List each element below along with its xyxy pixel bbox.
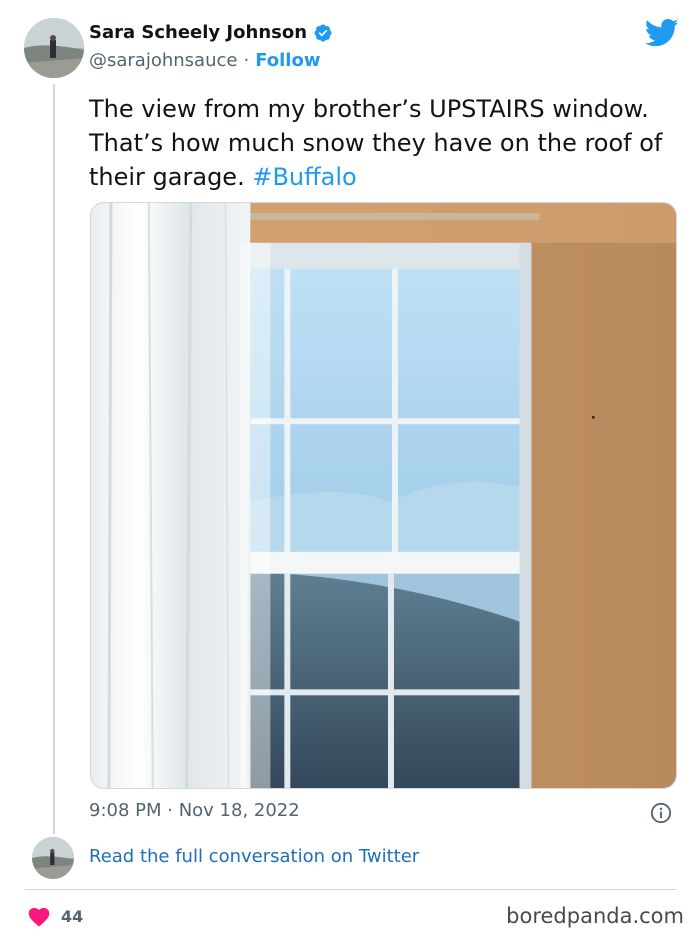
hashtag-link[interactable]: #Buffalo	[252, 163, 356, 191]
divider	[25, 889, 677, 890]
tweet-timestamp[interactable]: 9:08 PM · Nov 18, 2022	[89, 800, 300, 821]
avatar[interactable]	[24, 18, 84, 78]
like-count: 44	[61, 906, 84, 926]
user-handle[interactable]: @sarajohnsauce	[89, 50, 237, 71]
tweet-body: The view from my brother’s UPSTAIRS wind…	[89, 95, 663, 191]
heart-icon	[27, 905, 51, 927]
thread-line	[53, 84, 55, 834]
read-conversation-link[interactable]: Read the full conversation on Twitter	[89, 846, 419, 867]
window-photo	[91, 203, 676, 788]
info-icon[interactable]	[650, 802, 672, 824]
verified-badge-icon	[313, 23, 333, 43]
avatar-photo	[32, 837, 74, 879]
display-name[interactable]: Sara Scheely Johnson	[89, 22, 307, 43]
tweet-text: The view from my brother’s UPSTAIRS wind…	[89, 92, 679, 194]
handle-separator: ·	[243, 50, 250, 71]
follow-button[interactable]: Follow	[255, 50, 320, 71]
avatar-photo	[24, 18, 84, 78]
tweet-image[interactable]	[90, 202, 677, 789]
like-button[interactable]: 44	[27, 905, 83, 927]
twitter-bird-icon[interactable]	[645, 18, 679, 48]
site-watermark: boredpanda.com	[506, 904, 684, 928]
conversation-avatar[interactable]	[32, 837, 74, 879]
